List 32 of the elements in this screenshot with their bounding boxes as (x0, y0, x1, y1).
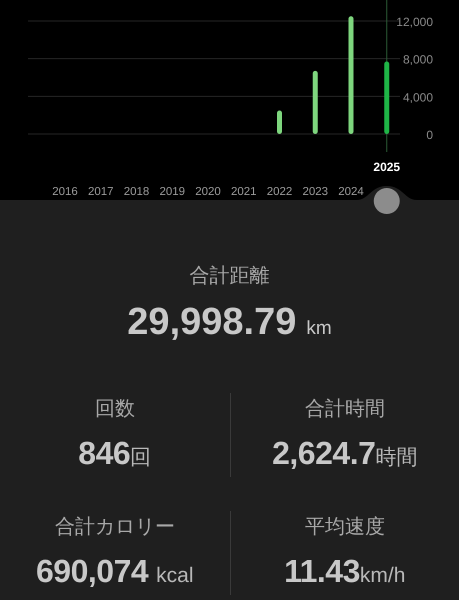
year-label[interactable]: 2017 (88, 186, 114, 198)
unit-label: 時間 (375, 445, 418, 471)
unit-label: 回 (130, 445, 152, 471)
stat-label: 回数 (94, 395, 135, 422)
stat-label: 平均速度 (304, 513, 385, 540)
unit-label: km (306, 317, 332, 341)
axis-tick-label: 12,000 (396, 15, 433, 29)
year-label[interactable]: 2018 (124, 186, 150, 198)
year-label[interactable]: 2019 (159, 186, 186, 198)
stat-value: 11.43 (284, 552, 360, 591)
unit-label: km/h (360, 563, 406, 589)
stat-label: 合計時間 (304, 395, 385, 422)
slider-handle[interactable] (374, 188, 400, 214)
stat-value: 29,998.79 (127, 300, 296, 345)
bar[interactable] (312, 70, 318, 134)
axis-tick-label: 8,000 (402, 52, 433, 67)
bar[interactable] (277, 110, 282, 134)
year-label[interactable]: 2016 (52, 186, 78, 198)
unit-label: kcal (156, 563, 194, 589)
stat-value: 2,624.7 (272, 434, 376, 473)
stat-value: 690,074 (36, 552, 148, 591)
year-label[interactable]: 2022 (266, 186, 292, 198)
year-label[interactable]: 2021 (230, 186, 257, 198)
year-label[interactable]: 2025 (373, 160, 400, 174)
axis-tick-label: 4,000 (402, 90, 433, 104)
axis-tick-label: 0 (426, 128, 433, 142)
stat-label: 合計カロリー (54, 513, 175, 540)
year-label[interactable]: 2023 (302, 186, 328, 198)
stat-label: 合計距離 (188, 262, 270, 289)
stat-value: 846 (78, 434, 130, 473)
year-label[interactable]: 2020 (195, 186, 221, 198)
year-label[interactable]: 2024 (338, 186, 364, 198)
